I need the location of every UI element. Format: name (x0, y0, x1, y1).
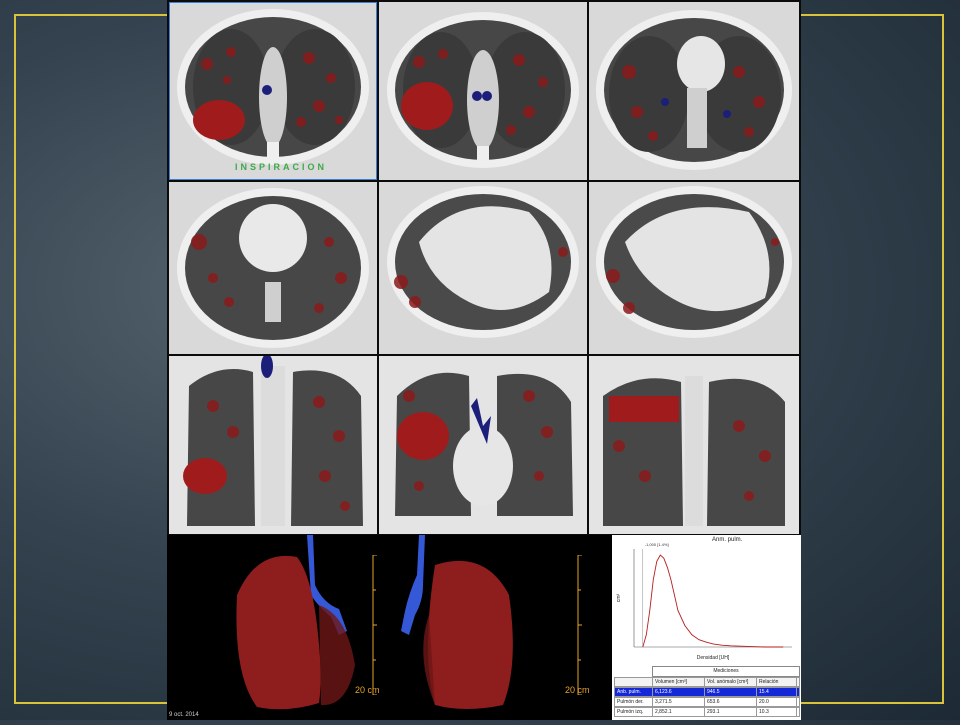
table-row: Anb. pulm. 6,123.6 946.5 15.4 (614, 687, 800, 697)
ct-coronal-slice-3[interactable] (589, 356, 799, 534)
table-cell: Relación (757, 678, 797, 686)
ct-grid: INSPIRACION (167, 0, 801, 535)
table-row: Pulmón der. 3,271.5 653.6 20.0 (614, 697, 800, 707)
table-cell: Volumen [cm³] (653, 678, 705, 686)
ct-axial-slice-1[interactable]: INSPIRACION (169, 2, 377, 180)
ct-axial-slice-2[interactable] (379, 2, 587, 180)
inspiration-label: INSPIRACION (235, 162, 328, 172)
ct-axial-slice-4[interactable] (169, 182, 377, 354)
density-histogram: Anm. pulm. -1,000 [1.4%] Densidad [UH] cm³ (612, 535, 801, 665)
date-label: 9 oct. 2014 (169, 712, 199, 718)
y-axis-label: cm³ (616, 594, 622, 603)
chart-title: Anm. pulm. (712, 537, 743, 543)
ct-montage: INSPIRACION 20 cm 20 cm Anm. pulm. -1,00… (167, 0, 801, 720)
table-cell: 653.6 (705, 698, 757, 706)
table-cell: 6,123.6 (653, 688, 705, 696)
ct-axial-slice-5[interactable] (379, 182, 587, 354)
ct-axial-slice-3[interactable] (589, 2, 799, 180)
table-cell: 20.0 (757, 698, 797, 706)
table-cell (615, 678, 653, 686)
table-header: Mediciones (652, 666, 800, 677)
table-row: Pulmón izq. 2,852.1 293.1 10.3 (614, 707, 800, 717)
table-cell: Vol. anómalo [cm³] (705, 678, 757, 686)
ct-axial-slice-6[interactable] (589, 182, 799, 354)
table-column-header: Volumen [cm³] Vol. anómalo [cm³] Relación (614, 677, 800, 687)
table-cell: 15.4 (757, 688, 797, 696)
scale-label-left: 20 cm (355, 685, 380, 695)
scale-ruler-right (577, 555, 582, 695)
table-cell: 3,271.5 (653, 698, 705, 706)
scale-label-right: 20 cm (565, 685, 590, 695)
x-axis-label: Densidad [UH] (697, 655, 730, 661)
table-cell: 10.3 (757, 708, 797, 716)
series-line (642, 554, 784, 648)
table-cell: 2,852.1 (653, 708, 705, 716)
table-cell: 293.1 (705, 708, 757, 716)
measurements-table: Mediciones Volumen [cm³] Vol. anómalo [cm… (612, 664, 801, 720)
lung-render-back[interactable] (395, 535, 545, 720)
table-cell: Anb. pulm. (615, 688, 653, 696)
ct-coronal-slice-2[interactable] (379, 356, 587, 534)
table-cell: Pulmón izq. (615, 708, 653, 716)
volume-render-area: 20 cm 20 cm Anm. pulm. -1,000 [1.4%] Dens… (167, 535, 801, 720)
table-cell: 946.5 (705, 688, 757, 696)
scale-ruler-left (372, 555, 377, 695)
histogram-plot: -1,000 [1.4%] Densidad [UH] cm³ (616, 542, 792, 661)
ct-coronal-slice-1[interactable] (169, 356, 377, 534)
threshold-label: -1,000 [1.4%] (645, 542, 669, 547)
table-cell: Pulmón der. (615, 698, 653, 706)
